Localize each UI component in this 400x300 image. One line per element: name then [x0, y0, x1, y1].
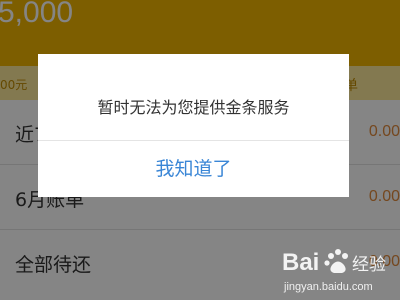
svg-text:经验: 经验 [352, 255, 386, 275]
alert-dialog: 暂时无法为您提供金条服务 我知道了 [38, 54, 349, 197]
watermark-url: jingyan.baidu.com [284, 281, 373, 293]
svg-text:Bai: Bai [282, 249, 319, 276]
dialog-message: 暂时无法为您提供金条服务 [97, 98, 290, 117]
acknowledge-button[interactable]: 我知道了 [38, 141, 349, 197]
baidu-jingyan-logo: Bai 经验 [282, 249, 386, 276]
